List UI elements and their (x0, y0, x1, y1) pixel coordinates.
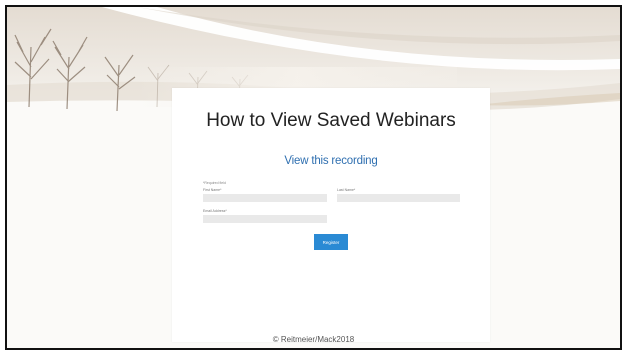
copyright-footer: © Reitmeier/Mack2018 (272, 335, 355, 344)
register-button[interactable]: Register (314, 234, 348, 250)
first-name-label: First Name* (203, 188, 222, 192)
last-name-label: Last Name* (337, 188, 356, 192)
presentation-slide: How to View Saved Webinars View this rec… (5, 5, 622, 350)
first-name-field[interactable] (203, 194, 327, 202)
webinar-screenshot-panel: How to View Saved Webinars View this rec… (172, 88, 490, 342)
slide-title: How to View Saved Webinars (206, 110, 456, 131)
view-recording-heading: View this recording (284, 155, 378, 167)
email-field[interactable] (203, 215, 327, 223)
email-label: Email Address* (203, 209, 227, 213)
last-name-field[interactable] (337, 194, 460, 202)
required-field-note: *Required field (203, 181, 226, 185)
